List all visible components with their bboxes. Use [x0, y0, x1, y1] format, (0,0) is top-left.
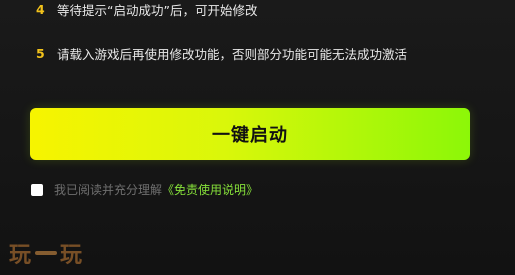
launch-button-label: 一键启动 — [212, 125, 288, 146]
step-item-5: 5 请载入游戏后再使用修改功能，否则部分功能可能无法成功激活 — [36, 44, 407, 62]
watermark-dash — [35, 251, 58, 255]
watermark-char-2: 玩 — [60, 242, 84, 268]
step-text: 等待提示“启动成功”后，可开始修改 — [57, 2, 258, 18]
site-watermark-logo: 玩 玩 — [9, 237, 83, 269]
disclaimer-link[interactable]: 《免责使用说明》 — [162, 181, 258, 198]
watermark-char-1: 玩 — [9, 242, 33, 268]
one-click-launch-button[interactable]: 一键启动 — [30, 108, 470, 160]
launcher-panel: 4 等待提示“启动成功”后，可开始修改 5 请载入游戏后再使用修改功能，否则部分… — [0, 0, 515, 275]
agreement-checkbox[interactable] — [31, 183, 43, 196]
step-number: 4 — [36, 1, 45, 17]
agreement-text: 我已阅读并充分理解 — [54, 183, 163, 197]
agreement-row: 我已阅读并充分理解 《免责使用说明》 — [31, 181, 258, 198]
step-item-4: 4 等待提示“启动成功”后，可开始修改 — [36, 0, 257, 18]
step-number: 5 — [36, 45, 45, 61]
step-text: 请载入游戏后再使用修改功能，否则部分功能可能无法成功激活 — [57, 46, 408, 62]
